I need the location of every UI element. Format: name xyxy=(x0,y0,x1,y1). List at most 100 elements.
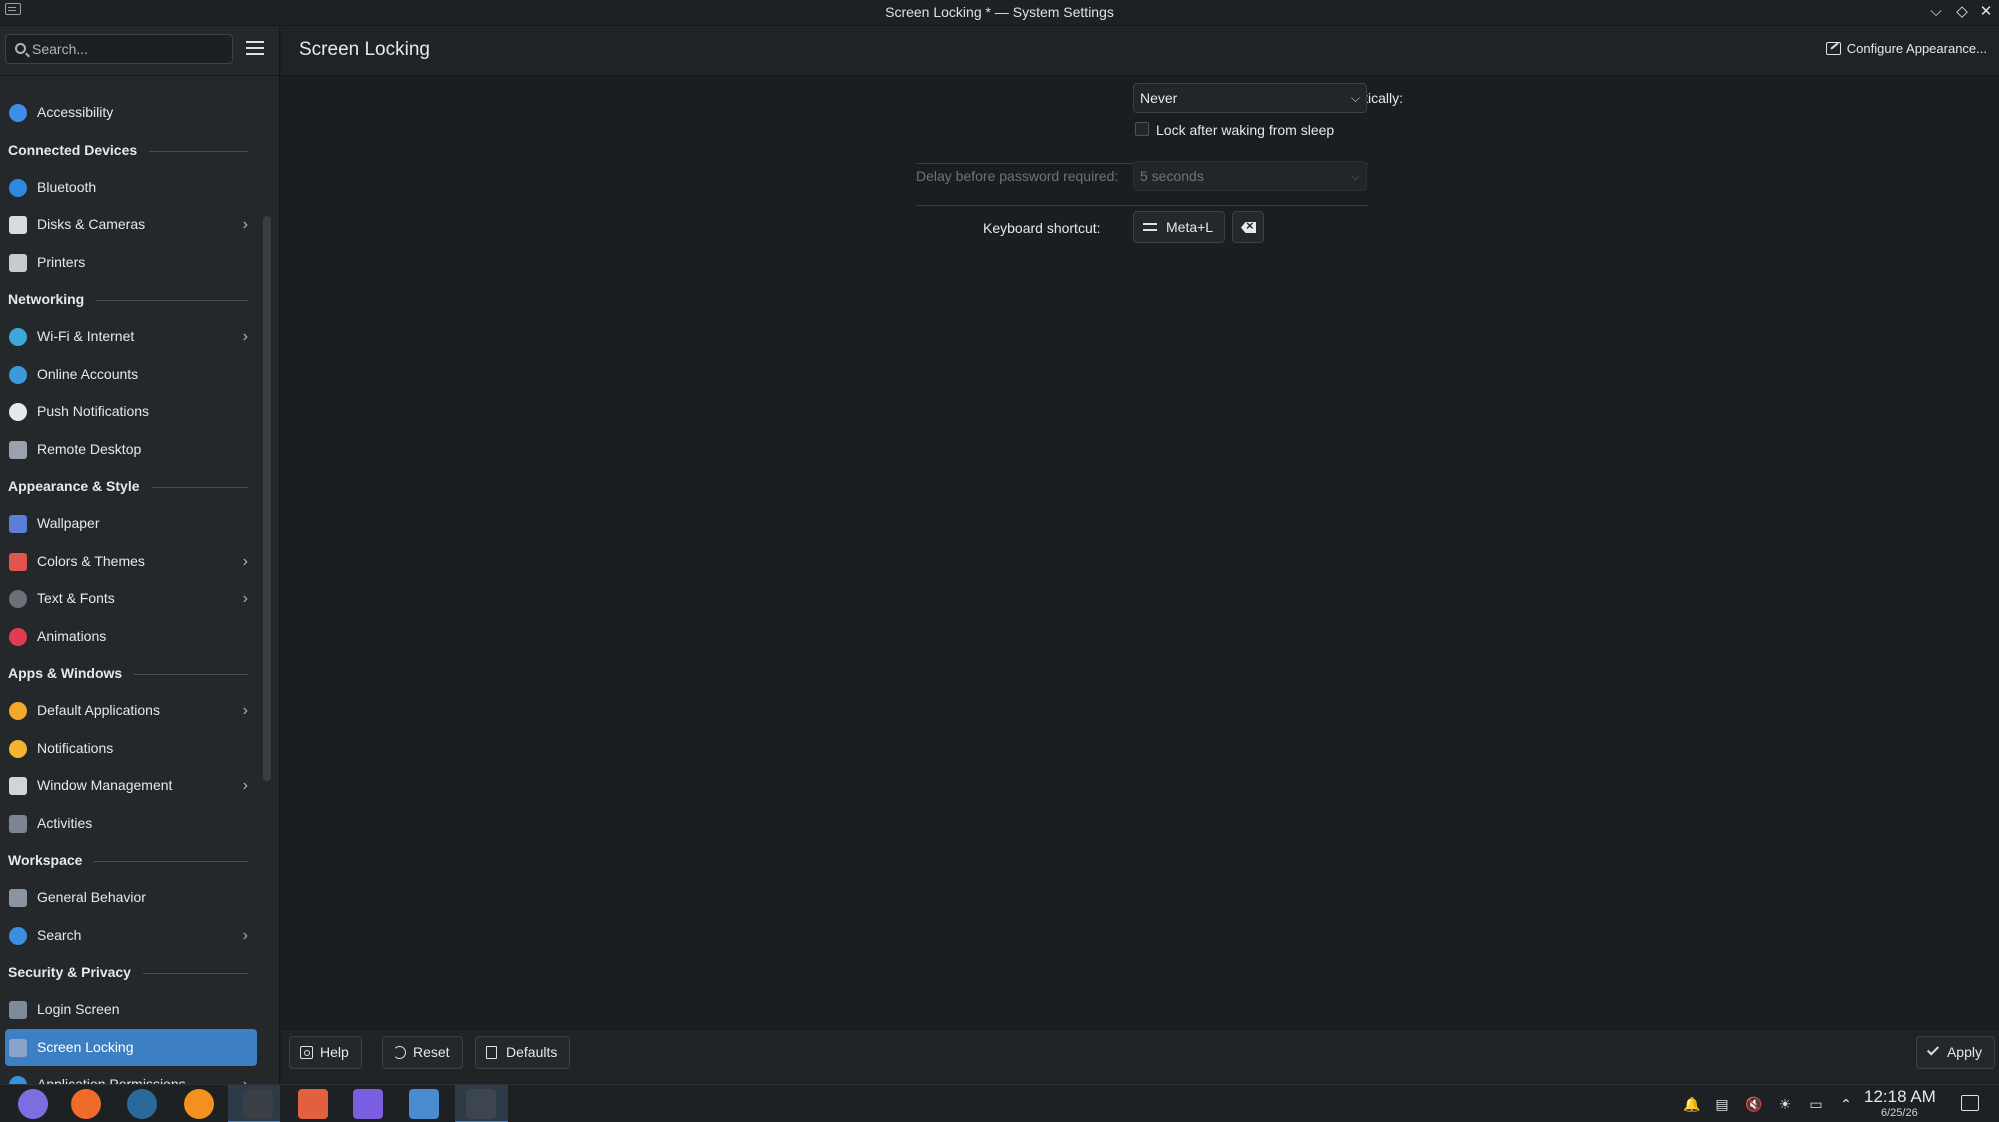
sidebar-item-animations[interactable]: Animations xyxy=(0,618,262,656)
remote-desktop-icon xyxy=(9,440,27,459)
chevron-right-icon: › xyxy=(242,926,248,944)
sidebar-item-label: Push Notifications xyxy=(37,403,150,419)
delay-value: 5 seconds xyxy=(1140,168,1204,184)
firefox-icon[interactable] xyxy=(71,1089,101,1119)
lock-auto-combobox[interactable]: Never ⌵ xyxy=(1133,83,1367,113)
sidebar-item-display[interactable] xyxy=(0,82,262,94)
brightness-tray-icon[interactable]: ☀ xyxy=(1777,1096,1793,1112)
window-management-icon xyxy=(9,777,27,795)
lock-after-sleep-label[interactable]: Lock after waking from sleep xyxy=(1156,122,1334,138)
page-title: Screen Locking xyxy=(299,39,430,60)
maximize-button[interactable]: ◇ xyxy=(1953,3,1971,21)
sidebar-category-label: Appearance & Style xyxy=(8,478,140,494)
app-launcher-icon[interactable] xyxy=(18,1089,48,1119)
star-icon xyxy=(9,702,27,720)
sidebar-item-wi-fi-internet[interactable]: Wi-Fi & Internet › xyxy=(0,318,262,356)
app-permissions-icon xyxy=(9,1076,27,1084)
sidebar-category: Appearance & Style xyxy=(0,468,262,505)
search-settings-icon xyxy=(9,926,27,945)
help-button[interactable]: Help xyxy=(289,1036,362,1069)
clock-date[interactable]: 6/25/26 xyxy=(1881,1107,1918,1119)
notifications-tray-icon[interactable]: 🔔 xyxy=(1683,1096,1700,1112)
backspace-icon xyxy=(1241,222,1256,233)
disk-icon xyxy=(9,216,27,234)
delay-combobox[interactable]: 5 seconds ⌵ xyxy=(1133,161,1367,191)
keyboard-shortcut-button[interactable]: Meta+L xyxy=(1133,211,1225,243)
accessibility-icon xyxy=(9,104,27,122)
sidebar-item-application-permissions[interactable]: Application Permissions › xyxy=(0,1066,262,1084)
sidebar-scrollbar[interactable] xyxy=(263,216,271,781)
sidebar-item-disks-cameras[interactable]: Disks & Cameras › xyxy=(0,206,262,244)
category-divider xyxy=(96,300,248,301)
configure-appearance-label: Configure Appearance... xyxy=(1846,41,1987,56)
sidebar-item-online-accounts[interactable]: Online Accounts xyxy=(0,356,262,394)
sidebar-item-label: Text & Fonts xyxy=(37,590,115,606)
sidebar-item-printers[interactable]: Printers xyxy=(0,244,262,282)
sidebar-item-screen-locking[interactable]: Screen Locking xyxy=(5,1028,257,1066)
sidebar-item-label: Online Accounts xyxy=(37,365,139,382)
network-tray-icon[interactable]: ▭ xyxy=(1808,1096,1824,1112)
minimize-button[interactable]: ⌵ xyxy=(1927,3,1945,21)
chevron-down-icon: ⌵ xyxy=(1350,169,1360,183)
animations-icon xyxy=(9,627,27,646)
lock-after-sleep-checkbox[interactable] xyxy=(1135,122,1149,136)
bluetooth-icon xyxy=(9,178,27,197)
sidebar-item-window-management[interactable]: Window Management › xyxy=(0,767,262,805)
defaults-label: Defaults xyxy=(506,1044,558,1060)
sidebar-category-label: Security & Privacy xyxy=(8,964,131,980)
window-title: Screen Locking * — System Settings xyxy=(885,4,1114,20)
close-button[interactable]: ✕ xyxy=(1977,3,1995,21)
store-icon[interactable] xyxy=(298,1089,328,1119)
category-divider xyxy=(149,150,248,152)
show-desktop-icon[interactable] xyxy=(1961,1095,1979,1111)
terminal-icon[interactable] xyxy=(243,1089,273,1119)
chevron-right-icon: › xyxy=(242,777,248,794)
sidebar-item-text-fonts[interactable]: Text & Fonts › xyxy=(0,580,262,618)
sidebar-item-accessibility[interactable]: Accessibility xyxy=(0,94,262,132)
hamburger-menu-icon[interactable] xyxy=(246,41,264,57)
sidebar-item-activities[interactable]: Activities xyxy=(0,805,262,843)
configure-appearance-button[interactable]: Configure Appearance... xyxy=(1825,41,1987,56)
separator xyxy=(916,205,1368,206)
sidebar-item-search[interactable]: Search › xyxy=(0,917,262,955)
app-orange-icon[interactable] xyxy=(184,1089,214,1119)
sidebar-item-label: Screen Locking xyxy=(37,1038,134,1055)
sidebar-item-wallpaper[interactable]: Wallpaper xyxy=(0,505,262,543)
sidebar: Accessibility Connected Devices Bluetooth D… xyxy=(0,26,280,1084)
sidebar-item-push-notifications[interactable]: Push Notifications xyxy=(0,393,262,431)
clear-shortcut-button[interactable] xyxy=(1232,211,1264,243)
sidebar-nav-list: Accessibility Connected Devices Bluetooth D… xyxy=(0,82,262,1084)
main-header: Screen Locking Configure Appearance... xyxy=(281,26,1999,76)
sidebar-item-label: Printers xyxy=(37,253,86,270)
sidebar-item-general-behavior[interactable]: General Behavior xyxy=(0,879,262,917)
search-box[interactable] xyxy=(5,34,233,64)
system-settings-icon[interactable] xyxy=(466,1089,496,1119)
steam-icon[interactable] xyxy=(127,1089,157,1119)
search-input[interactable] xyxy=(32,35,227,63)
sidebar-item-default-applications[interactable]: Default Applications › xyxy=(0,692,262,730)
defaults-button[interactable]: Defaults xyxy=(475,1036,571,1069)
sidebar-item-label: Activities xyxy=(37,814,93,831)
sidebar-item-remote-desktop[interactable]: Remote Desktop xyxy=(0,431,262,469)
apply-button[interactable]: Apply xyxy=(1915,1036,1995,1069)
category-divider xyxy=(143,973,248,974)
sidebar-item-bluetooth[interactable]: Bluetooth xyxy=(0,169,262,207)
chevron-down-icon: ⌵ xyxy=(1350,91,1360,105)
sidebar-item-label: Window Management xyxy=(37,777,173,793)
colors-themes-icon xyxy=(9,552,27,571)
clipboard-tray-icon[interactable]: ▤ xyxy=(1714,1096,1730,1112)
reset-button[interactable]: Reset xyxy=(382,1036,463,1069)
volume-muted-tray-icon[interactable]: 🔇 xyxy=(1745,1096,1762,1112)
sidebar-item-colors-themes[interactable]: Colors & Themes › xyxy=(0,543,262,581)
bell-icon xyxy=(9,739,27,758)
clock-time[interactable]: 12:18 AM xyxy=(1864,1087,1936,1107)
download-icon[interactable] xyxy=(353,1089,383,1119)
chevron-up-icon[interactable]: ⌃ xyxy=(1838,1096,1854,1112)
lock-auto-value: Never xyxy=(1140,90,1178,106)
sidebar-item-notifications[interactable]: Notifications xyxy=(0,730,262,768)
file-manager-icon[interactable] xyxy=(409,1089,439,1119)
sidebar-item-label: Login Screen xyxy=(37,1001,120,1017)
text-fonts-icon xyxy=(9,590,27,608)
sidebar-item-label: Bluetooth xyxy=(37,178,97,195)
sidebar-item-login-screen[interactable]: Login Screen xyxy=(0,991,262,1029)
